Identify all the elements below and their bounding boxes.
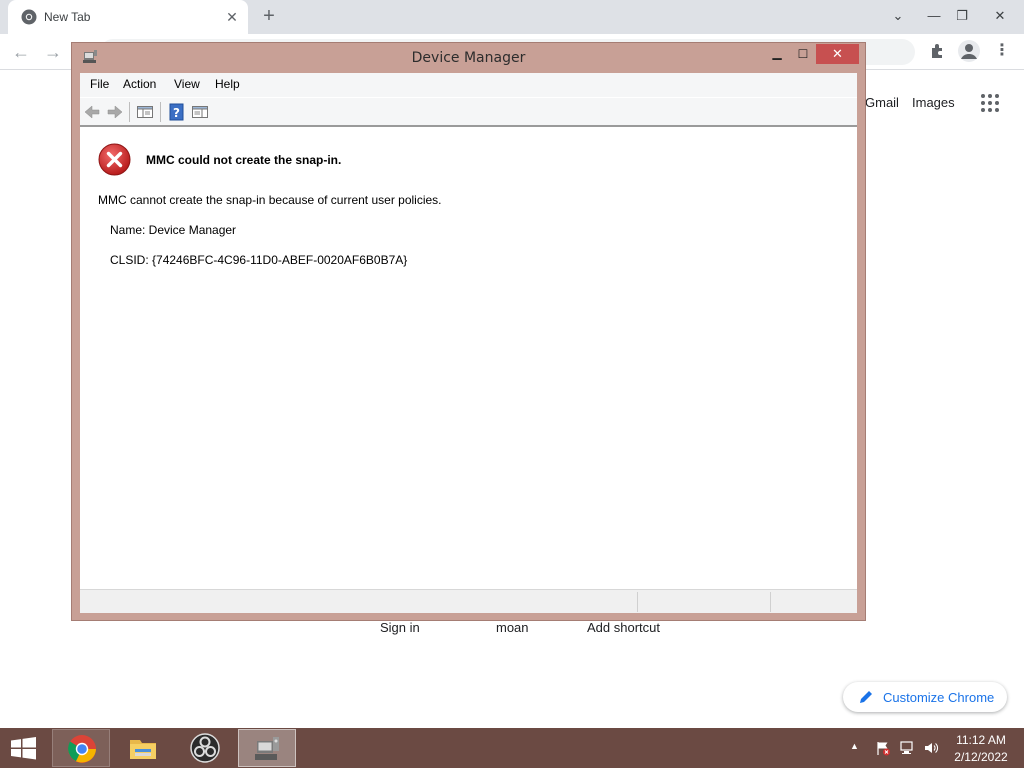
chrome-menu-icon[interactable]: ⋮	[992, 41, 1012, 63]
chrome-restore-button[interactable]: ❐	[948, 4, 976, 28]
tab-search-chevron-icon[interactable]: ⌄	[884, 4, 912, 28]
shortcut-add[interactable]: Add shortcut	[587, 620, 660, 635]
maximize-button[interactable]: ☐	[790, 45, 816, 65]
error-message: MMC cannot create the snap-in because of…	[98, 193, 442, 207]
toolbar-separator	[160, 102, 161, 122]
toolbar-separator	[129, 102, 130, 122]
show-hide-console-tree-icon[interactable]	[136, 103, 154, 121]
properties-pane-icon[interactable]	[191, 103, 209, 121]
status-bar-separator	[770, 592, 771, 612]
shortcut-moan[interactable]: moan	[496, 620, 529, 635]
pencil-icon	[860, 691, 872, 703]
window-title: Device Manager	[411, 50, 526, 66]
chrome-minimize-button[interactable]: —	[920, 4, 948, 28]
error-heading: MMC could not create the snap-in.	[146, 153, 342, 167]
chrome-tabstrip: New Tab ✕ + ⌄ — ❐ ✕	[0, 0, 1024, 34]
taskbar-file-explorer-button[interactable]	[114, 729, 172, 767]
forward-arrow-icon[interactable]	[106, 103, 124, 121]
extensions-puzzle-icon[interactable]	[928, 41, 948, 61]
status-bar	[80, 589, 857, 613]
new-tab-button[interactable]: +	[258, 6, 280, 28]
minimize-button[interactable]: ▁	[764, 45, 790, 65]
customize-chrome-button[interactable]: Customize Chrome	[843, 682, 1007, 712]
taskbar-obs-button[interactable]	[176, 729, 234, 767]
google-apps-grid-icon[interactable]	[980, 93, 1000, 113]
tab-title: New Tab	[44, 10, 91, 24]
show-hidden-icons-icon[interactable]: ▲	[850, 741, 862, 753]
menu-view[interactable]: View	[174, 77, 200, 91]
menu-action[interactable]: Action	[123, 77, 156, 91]
error-x-icon	[98, 143, 131, 176]
windows-start-icon[interactable]	[0, 728, 48, 768]
snap-in-clsid: CLSID: {74246BFC-4C96-11D0-ABEF-0020AF6B…	[110, 253, 408, 267]
chrome-favicon-icon	[21, 9, 37, 25]
menu-help[interactable]: Help	[215, 77, 240, 91]
mmc-titlebar[interactable]: Device Manager ▁ ☐ ✕	[72, 43, 865, 73]
snap-in-name: Name: Device Manager	[110, 223, 237, 237]
mmc-toolbar: ?	[80, 97, 857, 127]
status-bar-separator	[637, 592, 638, 612]
device-manager-window: Device Manager ▁ ☐ ✕ File Action View He…	[71, 42, 866, 621]
chrome-close-button[interactable]: ✕	[978, 4, 1022, 28]
taskbar: ▲ 11:12 AM 2/12/2022	[0, 728, 1024, 768]
close-button[interactable]: ✕	[816, 44, 859, 64]
snap-in-error-panel: MMC could not create the snap-in. MMC ca…	[80, 127, 857, 589]
forward-arrow-icon[interactable]: →	[42, 41, 64, 63]
back-arrow-icon[interactable]	[83, 103, 101, 121]
profile-avatar-icon[interactable]	[958, 40, 980, 62]
shortcut-sign-in[interactable]: Sign in	[380, 620, 420, 635]
gmail-link[interactable]: Gmail	[865, 95, 899, 110]
customize-chrome-label: Customize Chrome	[883, 690, 995, 705]
clock-time[interactable]: 11:12 AM	[950, 733, 1012, 747]
clock-date[interactable]: 2/12/2022	[950, 750, 1012, 764]
action-center-flag-icon[interactable]	[875, 740, 891, 756]
svg-text:?: ?	[173, 106, 180, 120]
tab-new-tab[interactable]: New Tab ✕	[8, 0, 248, 34]
taskbar-chrome-button[interactable]	[52, 729, 110, 767]
back-arrow-icon[interactable]: ←	[10, 41, 32, 63]
tab-close-icon[interactable]: ✕	[222, 7, 242, 27]
file-explorer-icon	[130, 740, 156, 759]
device-manager-icon	[255, 737, 279, 760]
chrome-icon	[68, 735, 96, 763]
volume-icon[interactable]	[923, 740, 939, 756]
menu-file[interactable]: File	[90, 77, 109, 91]
taskbar-device-manager-button[interactable]	[238, 729, 296, 767]
menu-bar: File Action View Help	[80, 73, 857, 97]
network-icon[interactable]	[899, 740, 915, 756]
help-icon[interactable]: ?	[168, 103, 186, 121]
obs-icon	[190, 733, 220, 763]
images-link[interactable]: Images	[912, 95, 955, 110]
